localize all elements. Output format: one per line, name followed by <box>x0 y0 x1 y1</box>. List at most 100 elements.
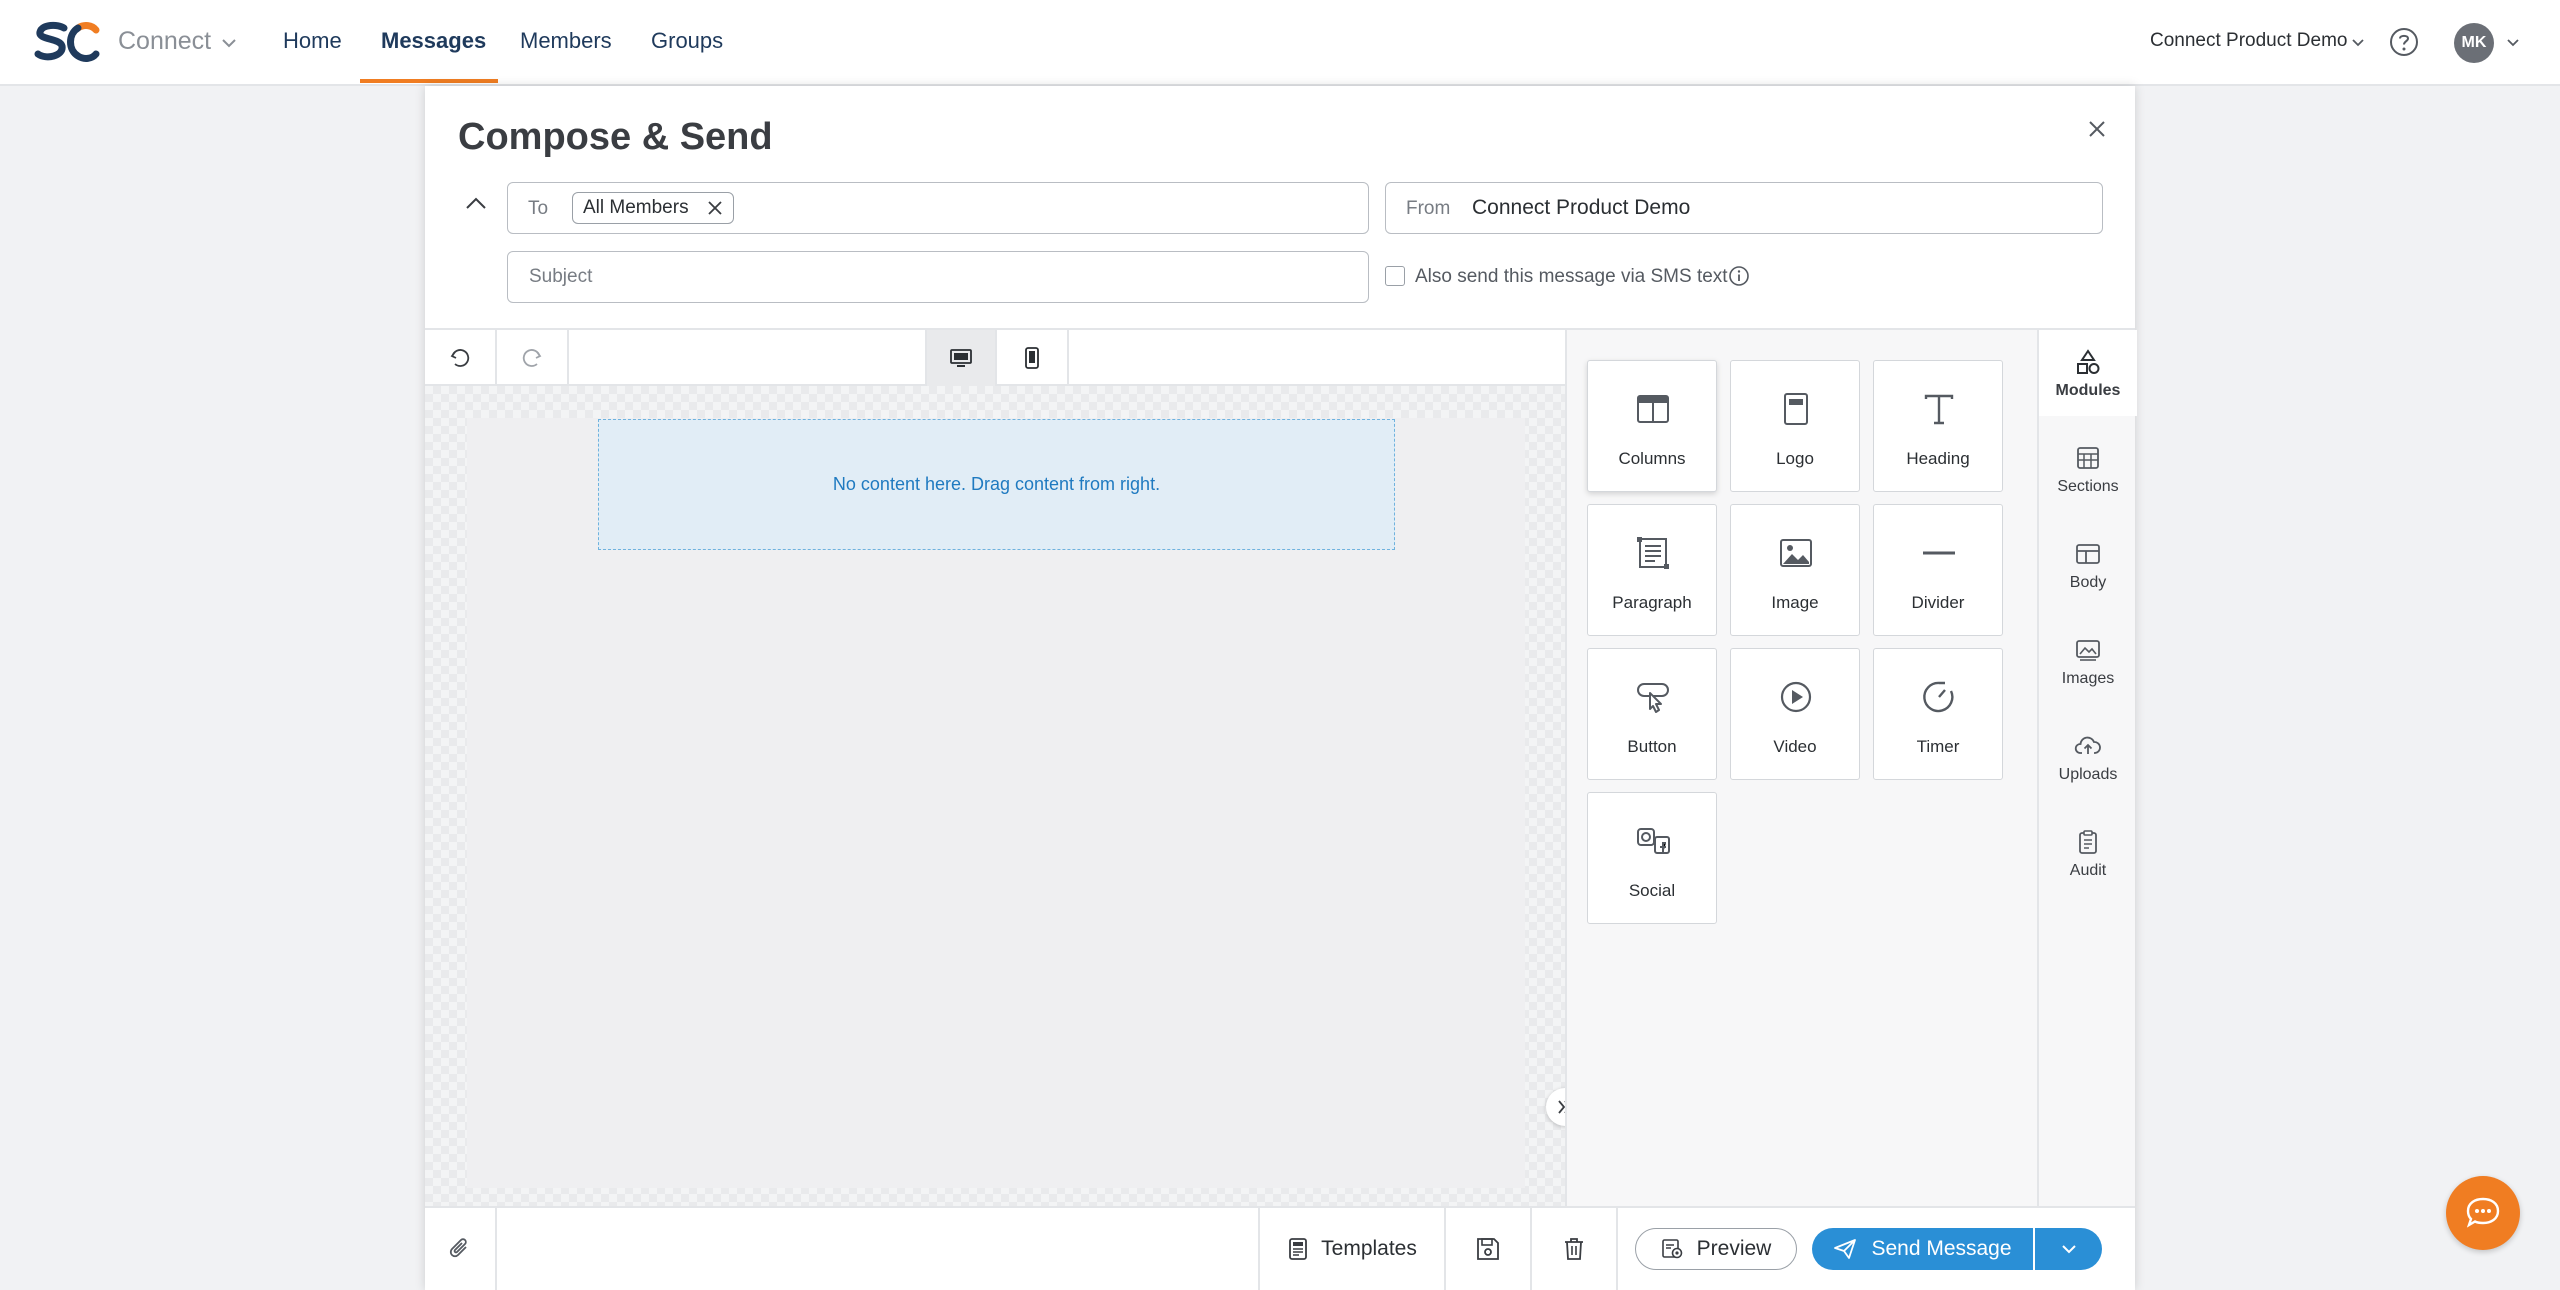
divider-icon <box>1923 551 1955 555</box>
side-tabs: Modules Sections Body Images Uploads Aud… <box>2037 330 2137 1207</box>
heading-icon <box>1924 394 1954 425</box>
images-icon <box>2076 640 2100 661</box>
send-message-button[interactable]: Send Message <box>1812 1228 2033 1270</box>
help-icon[interactable] <box>2388 26 2420 58</box>
module-label: Video <box>1773 737 1817 756</box>
side-tab-label: Modules <box>2055 382 2121 399</box>
module-label: Heading <box>1906 449 1970 468</box>
module-label: Image <box>1771 593 1819 612</box>
recipient-chip-label: All Members <box>583 197 689 218</box>
chat-icon <box>2466 1197 2500 1228</box>
active-nav-indicator <box>360 79 498 83</box>
to-label: To <box>528 198 549 219</box>
module-timer[interactable]: Timer <box>1873 648 2003 780</box>
nav-home[interactable]: Home <box>283 28 342 54</box>
paper-plane-icon <box>1834 1239 1857 1259</box>
mobile-view-button[interactable] <box>997 330 1069 386</box>
tab-uploads[interactable]: Uploads <box>2039 714 2137 800</box>
org-switcher[interactable]: Connect Product Demo <box>2150 30 2348 52</box>
module-image[interactable]: Image <box>1730 504 1860 636</box>
sc-logo[interactable] <box>34 20 102 64</box>
delete-button[interactable] <box>1532 1208 1618 1290</box>
tab-images[interactable]: Images <box>2039 618 2137 704</box>
module-divider[interactable]: Divider <box>1873 504 2003 636</box>
cloud-upload-icon <box>2074 736 2101 754</box>
desktop-icon <box>950 349 972 367</box>
desktop-view-button[interactable] <box>925 330 997 386</box>
side-tab-label: Body <box>2069 574 2107 591</box>
chevron-down-icon[interactable] <box>220 34 238 52</box>
sections-icon <box>2077 447 2099 469</box>
nav-messages[interactable]: Messages <box>381 28 486 54</box>
module-video[interactable]: Video <box>1730 648 1860 780</box>
save-button[interactable] <box>1446 1208 1532 1290</box>
module-label: Paragraph <box>1612 593 1692 612</box>
nav-members[interactable]: Members <box>520 28 612 54</box>
attach-button[interactable] <box>425 1208 497 1290</box>
chat-button[interactable] <box>2446 1176 2520 1250</box>
recipient-chip: All Members <box>572 192 734 224</box>
info-icon[interactable] <box>1727 264 1751 288</box>
module-label: Social <box>1628 881 1676 900</box>
mobile-icon <box>1025 347 1039 369</box>
module-label: Timer <box>1916 737 1960 756</box>
module-columns[interactable]: Columns <box>1587 360 1717 492</box>
module-logo[interactable]: Logo <box>1730 360 1860 492</box>
chevron-down-icon[interactable] <box>2505 35 2521 51</box>
tab-modules[interactable]: Modules <box>2039 330 2137 416</box>
tab-audit[interactable]: Audit <box>2039 810 2137 896</box>
paragraph-icon <box>1637 537 1669 569</box>
templates-label: Templates <box>1321 1237 1417 1260</box>
module-label: Columns <box>1618 449 1686 468</box>
modules-panel: Columns Logo Heading Paragraph Image Div… <box>1567 330 2037 1207</box>
sms-checkbox[interactable] <box>1385 266 1405 286</box>
side-tab-label: Uploads <box>2058 766 2118 783</box>
paperclip-icon <box>449 1238 467 1258</box>
module-heading[interactable]: Heading <box>1873 360 2003 492</box>
clipboard-icon <box>2079 830 2097 854</box>
logo-icon <box>1784 393 1808 425</box>
side-tab-label: Audit <box>2069 862 2107 879</box>
brand-name[interactable]: Connect <box>118 27 211 56</box>
avatar[interactable]: MK <box>2454 23 2494 63</box>
compose-modal: Compose & Send To All Members From Conne… <box>425 86 2137 1290</box>
tab-sections[interactable]: Sections <box>2039 426 2137 512</box>
send-options-button[interactable] <box>2035 1228 2102 1270</box>
to-field[interactable]: To All Members <box>507 182 1369 234</box>
templates-button[interactable]: Templates <box>1258 1208 1446 1290</box>
nav-groups[interactable]: Groups <box>651 28 723 54</box>
tab-body[interactable]: Body <box>2039 522 2137 608</box>
columns-icon <box>1637 395 1669 423</box>
undo-button[interactable] <box>425 330 497 386</box>
sms-label[interactable]: Also send this message via SMS text <box>1415 266 1728 288</box>
video-icon <box>1780 681 1812 713</box>
button-icon <box>1637 683 1669 713</box>
top-navigation: Connect Home Messages Members Groups Con… <box>0 0 2560 86</box>
save-icon <box>1477 1238 1499 1260</box>
chevron-down-icon[interactable] <box>2350 35 2366 51</box>
module-social[interactable]: Social <box>1587 792 1717 924</box>
module-label: Button <box>1627 737 1677 756</box>
chevron-up-icon[interactable] <box>461 189 491 219</box>
module-label: Logo <box>1776 449 1814 468</box>
module-button[interactable]: Button <box>1587 648 1717 780</box>
close-icon[interactable] <box>2080 112 2114 146</box>
redo-icon <box>522 349 542 367</box>
dropzone[interactable]: No content here. Drag content from right… <box>598 419 1395 550</box>
from-field[interactable]: From Connect Product Demo <box>1385 182 2103 234</box>
side-tab-label: Images <box>2061 670 2115 687</box>
undo-icon <box>450 349 470 367</box>
dropzone-message: No content here. Drag content from right… <box>832 474 1161 494</box>
redo-button[interactable] <box>497 330 569 386</box>
image-icon <box>1780 539 1812 567</box>
preview-button[interactable]: Preview <box>1635 1228 1797 1270</box>
social-icon <box>1637 828 1670 854</box>
from-value: Connect Product Demo <box>1472 196 1691 219</box>
side-tab-label: Sections <box>2057 478 2119 495</box>
remove-icon[interactable] <box>707 200 723 216</box>
chevron-down-icon <box>2061 1245 2076 1254</box>
module-paragraph[interactable]: Paragraph <box>1587 504 1717 636</box>
module-label: Divider <box>1911 593 1965 612</box>
compose-footer: Templates Preview Send Message <box>425 1206 2135 1290</box>
subject-input[interactable] <box>509 253 1367 301</box>
